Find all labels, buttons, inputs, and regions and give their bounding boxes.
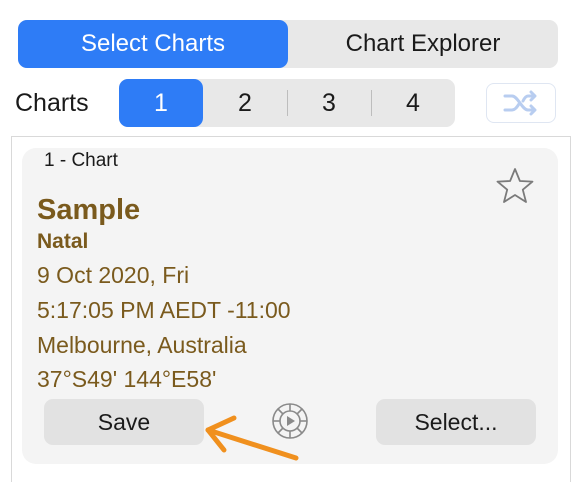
- favorite-button[interactable]: [495, 166, 535, 206]
- chart-number-3[interactable]: 3: [287, 79, 371, 127]
- chart-time: 5:17:05 PM AEDT -11:00: [37, 297, 291, 323]
- shuffle-button[interactable]: [486, 83, 556, 123]
- chart-name: Sample: [37, 194, 141, 226]
- segment-divider: [286, 90, 288, 116]
- card-title: 1 - Chart: [44, 150, 118, 171]
- app-window: Select Charts Chart Explorer Charts 1 2 …: [0, 0, 582, 482]
- save-button[interactable]: Save: [44, 399, 204, 445]
- chart-date: 9 Oct 2020, Fri: [37, 262, 190, 288]
- chart-number-2[interactable]: 2: [203, 79, 287, 127]
- shuffle-icon: [503, 90, 537, 116]
- segment-divider: [370, 90, 372, 116]
- annotation-arrow-icon: [205, 415, 299, 461]
- chart-number-segmented-control: 1 2 3 4: [119, 79, 455, 127]
- chart-coordinates: 37°S49' 144°E58': [37, 366, 217, 392]
- chart-type: Natal: [37, 230, 89, 253]
- chart-place: Melbourne, Australia: [37, 332, 247, 358]
- star-icon: [496, 168, 534, 203]
- chart-number-1[interactable]: 1: [119, 79, 203, 127]
- tab-chart-explorer[interactable]: Chart Explorer: [288, 20, 558, 68]
- chart-number-4[interactable]: 4: [371, 79, 455, 127]
- select-button[interactable]: Select...: [376, 399, 536, 445]
- view-segmented-control: Select Charts Chart Explorer: [18, 20, 558, 68]
- tab-select-charts[interactable]: Select Charts: [18, 20, 288, 68]
- charts-label: Charts: [15, 89, 89, 117]
